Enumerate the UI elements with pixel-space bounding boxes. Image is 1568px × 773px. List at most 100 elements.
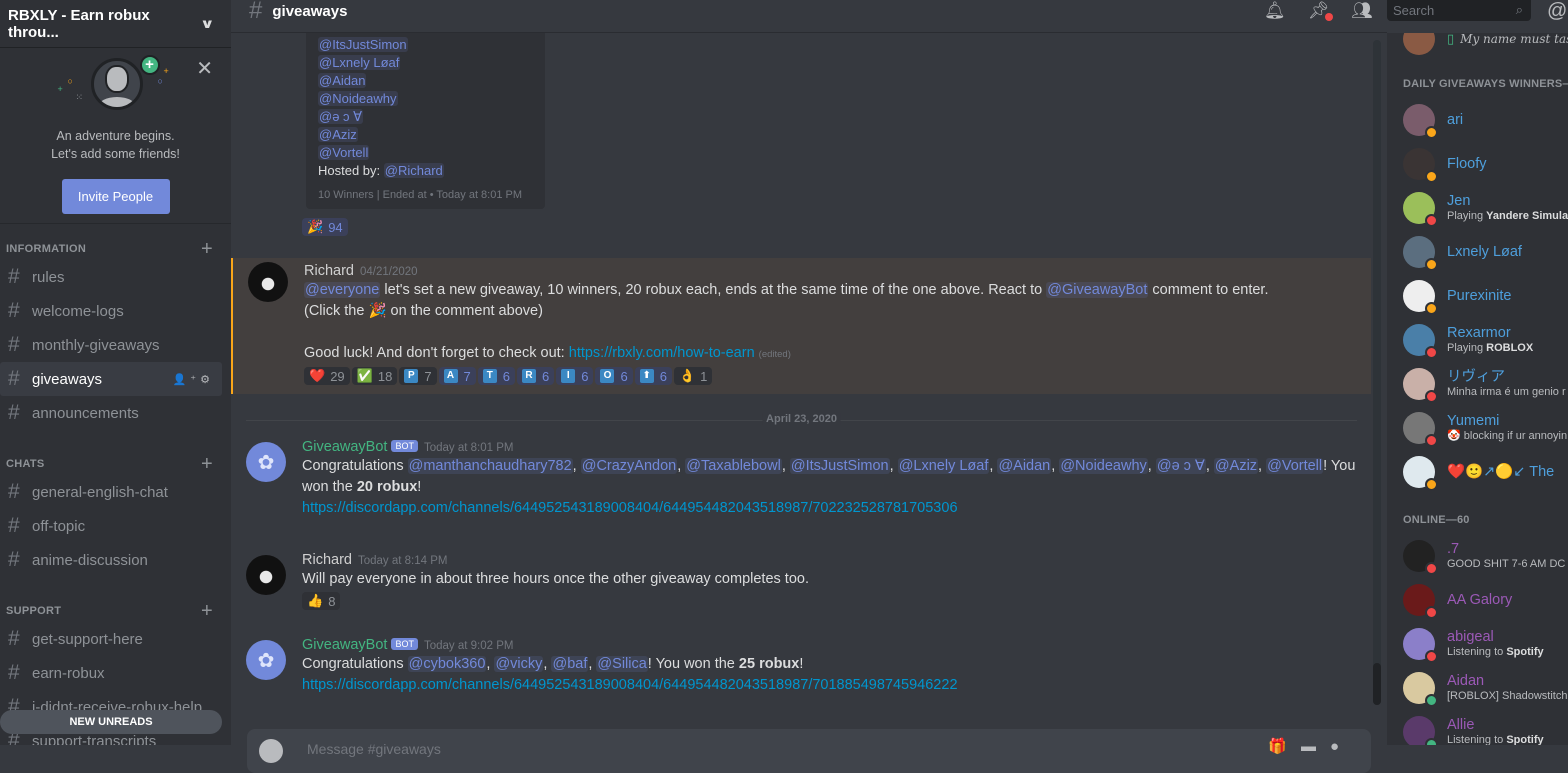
reaction-button[interactable]: R6 [517, 367, 555, 385]
member-item[interactable]: Jen Playing Yandere Simulat [1403, 188, 1568, 228]
mention[interactable]: @Noideawhy [1059, 458, 1148, 474]
winner-mention[interactable]: @Lxnely Løaf [318, 55, 401, 70]
reaction-button[interactable]: ⬆ 6 [634, 367, 672, 385]
mention[interactable]: @baf [551, 656, 589, 672]
avatar[interactable] [246, 555, 286, 595]
category-information[interactable]: INFORMATION + [0, 238, 231, 260]
mention[interactable]: @CrazyAndon [580, 458, 678, 474]
mention[interactable]: @ItsJustSimon [789, 458, 890, 474]
add-channel-icon[interactable]: + [201, 238, 213, 261]
channel-off-topic[interactable]: # off-topic [0, 509, 222, 543]
reaction-button[interactable]: O6 [595, 367, 633, 385]
link[interactable]: https://discordapp.com/channels/64495254… [302, 500, 958, 516]
member-item[interactable]: Aidan [ROBLOX] Shadowstitch [1403, 668, 1567, 708]
emoji-icon[interactable]: ● [1330, 738, 1353, 755]
member-item[interactable]: ▯ My name must taste goo [1403, 33, 1568, 59]
add-channel-icon[interactable]: + [201, 453, 213, 476]
reaction-button[interactable]: A7 [438, 367, 476, 385]
bell-icon[interactable]: 🔔︎ [1264, 1, 1286, 21]
member-item[interactable]: Rexarmor Playing ROBLOX [1403, 320, 1533, 360]
mention[interactable]: @Lxnely Løaf [897, 458, 990, 474]
mention[interactable]: @Aziz [1213, 458, 1259, 474]
reaction-button[interactable]: 👌 1 [673, 367, 713, 385]
link[interactable]: https://rbxly.com/how-to-earn [569, 345, 755, 361]
winner-mention[interactable]: @Noideawhy [318, 91, 398, 106]
member-item[interactable]: .7 GOOD SHIT 7-6 AM DC [1403, 536, 1565, 576]
mention[interactable]: @GiveawayBot [1046, 282, 1149, 298]
add-channel-icon[interactable]: + [201, 600, 213, 623]
author-name[interactable]: GiveawayBot [302, 439, 387, 455]
new-unreads-button[interactable]: NEW UNREADS [0, 710, 222, 734]
close-icon[interactable]: ✕ [196, 56, 213, 81]
mentions-icon[interactable]: @ [1547, 0, 1567, 23]
message-input[interactable]: Message #giveaways [307, 741, 441, 757]
category-chats[interactable]: CHATS + [0, 453, 231, 475]
server-header[interactable]: RBXLY - Earn robux throu... ∨ [0, 0, 231, 48]
mention[interactable]: @manthanchaudhary782 [407, 458, 573, 474]
channel-rules[interactable]: # rules [0, 260, 222, 294]
host-mention[interactable]: @Richard [383, 163, 444, 178]
winner-mention[interactable]: @ItsJustSimon [318, 37, 408, 52]
channel-monthly-giveaways[interactable]: # monthly-giveaways [0, 328, 222, 362]
invite-member-icon[interactable]: 👤⁺ [173, 374, 201, 386]
winner-mention[interactable]: @ə ɔ Ɐ [318, 109, 364, 124]
gift-icon[interactable]: 🎁 [1268, 738, 1301, 755]
reaction-tada[interactable]: 🎉 94 [302, 218, 348, 236]
mention[interactable]: @Silica [596, 656, 648, 672]
scrollbar[interactable] [1373, 40, 1381, 705]
winner-mention[interactable]: @Aidan [318, 73, 367, 88]
link[interactable]: https://discordapp.com/channels/64495254… [302, 677, 958, 693]
chevron-down-icon[interactable]: ∨ [200, 16, 215, 32]
author-name[interactable]: GiveawayBot [302, 637, 387, 653]
reaction-thumbs-up[interactable]: 👍 8 [302, 592, 341, 610]
channel-announcements[interactable]: # announcements [0, 396, 222, 430]
member-item[interactable]: Yumemi 🤡 blocking if ur annoyin [1403, 408, 1567, 448]
mention[interactable]: @Vortell [1266, 458, 1324, 474]
category-support[interactable]: SUPPORT + [0, 600, 231, 622]
avatar [1403, 412, 1438, 447]
member-item[interactable]: Purexinite [1403, 276, 1511, 316]
avatar[interactable]: ✿ [246, 442, 286, 482]
reaction-button[interactable]: P7 [399, 367, 437, 385]
reaction-button[interactable]: I6 [556, 367, 594, 385]
mention[interactable]: @everyone [304, 282, 381, 298]
author-name[interactable]: Richard [302, 552, 352, 568]
channel-giveaways[interactable]: # giveaways 👤⁺⚙ [0, 362, 222, 396]
author-name[interactable]: Richard [304, 263, 354, 279]
mention[interactable]: @Aidan [997, 458, 1052, 474]
avatar[interactable]: ✿ [246, 640, 286, 680]
scrollbar-thumb[interactable] [1373, 663, 1381, 705]
channel-get-support-here[interactable]: # get-support-here [0, 622, 222, 656]
search-input[interactable]: Search ⌕ [1387, 0, 1531, 21]
member-item[interactable]: Allie Listening to Spotify [1403, 712, 1544, 745]
member-item[interactable]: Floofy [1403, 144, 1487, 184]
winner-mention[interactable]: @Aziz [318, 127, 358, 142]
channel-welcome-logs[interactable]: # welcome-logs [0, 294, 222, 328]
reaction-button[interactable]: T6 [477, 367, 516, 385]
invite-people-button[interactable]: Invite People [61, 179, 170, 214]
mention[interactable]: @Taxablebowl [685, 458, 782, 474]
member-list-icon[interactable]: 👥︎ [1351, 1, 1373, 21]
avatar[interactable] [248, 262, 288, 302]
add-attachment-icon[interactable] [259, 739, 283, 763]
gear-icon[interactable]: ⚙ [200, 374, 214, 386]
member-item[interactable]: AA Galory [1403, 580, 1512, 620]
member-item[interactable]: ❤️🙂↗🟡↙ The [1403, 452, 1554, 492]
pin-icon[interactable]: 📌︎ [1308, 1, 1334, 21]
mention[interactable]: @ə ɔ Ɐ [1155, 458, 1206, 474]
reaction-button[interactable]: ❤️ 29 [304, 367, 350, 385]
channel-earn-robux[interactable]: # earn-robux [0, 656, 222, 690]
member-item[interactable]: リヴィア Minha irma é um genio r [1403, 364, 1566, 404]
member-item[interactable]: Lxnely Løaf [1403, 232, 1522, 272]
mention[interactable]: @cybok360 [407, 656, 487, 672]
channel-anime-discussion[interactable]: # anime-discussion [0, 543, 222, 577]
member-item[interactable]: abigeal Listening to Spotify [1403, 624, 1544, 664]
mention[interactable]: @vicky [494, 656, 544, 672]
member-name: Purexinite [1447, 287, 1512, 304]
reaction-button[interactable]: ✅ 18 [351, 367, 398, 385]
winner-mention[interactable]: @Vortell [318, 145, 370, 160]
channel-general-english-chat[interactable]: # general-english-chat [0, 475, 222, 509]
gif-icon[interactable]: ▬ [1301, 738, 1330, 755]
message-composer[interactable]: Message #giveaways 🎁▬● [247, 729, 1371, 773]
member-item[interactable]: ari [1403, 100, 1463, 140]
